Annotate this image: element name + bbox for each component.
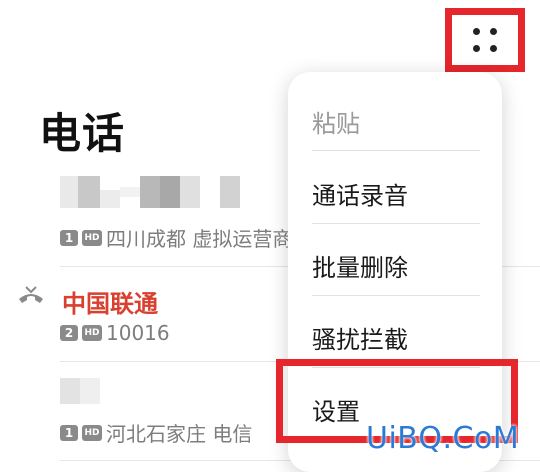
call-subline: 2 HD 10016	[60, 321, 170, 345]
menu-item-paste[interactable]: 粘贴	[312, 104, 360, 139]
sim-badge: 1	[60, 229, 78, 246]
menu-divider	[312, 223, 480, 224]
missed-call-icon	[19, 286, 43, 303]
sim-badge: 1	[60, 424, 78, 441]
call-entry[interactable]	[60, 176, 240, 208]
call-location: 四川成都 虚拟运营商	[106, 227, 293, 251]
hd-badge: HD	[82, 229, 102, 246]
hd-badge: HD	[82, 325, 102, 341]
call-name[interactable]: 中国联通	[62, 284, 158, 319]
menu-item-harassment-block[interactable]: 骚扰拦截	[312, 320, 408, 355]
watermark: UiBQ.CoM	[366, 421, 520, 456]
page-title: 电话	[39, 109, 126, 158]
call-location: 河北石家庄 电信	[106, 422, 253, 446]
call-entry[interactable]	[60, 378, 100, 404]
obscured-name	[60, 176, 240, 208]
call-subline: 1 HD 四川成都 虚拟运营商	[60, 223, 292, 252]
menu-item-call-recording[interactable]: 通话录音	[312, 176, 408, 211]
sim-badge: 2	[60, 325, 78, 341]
hd-badge: HD	[82, 424, 102, 441]
more-options-button[interactable]	[445, 8, 525, 72]
more-dots-icon	[473, 28, 497, 52]
obscured-name	[60, 378, 100, 404]
menu-item-batch-delete[interactable]: 批量删除	[312, 248, 408, 283]
call-number: 10016	[106, 321, 170, 345]
menu-divider	[312, 150, 480, 151]
menu-divider	[312, 295, 480, 296]
call-subline: 1 HD 河北石家庄 电信	[60, 418, 252, 447]
